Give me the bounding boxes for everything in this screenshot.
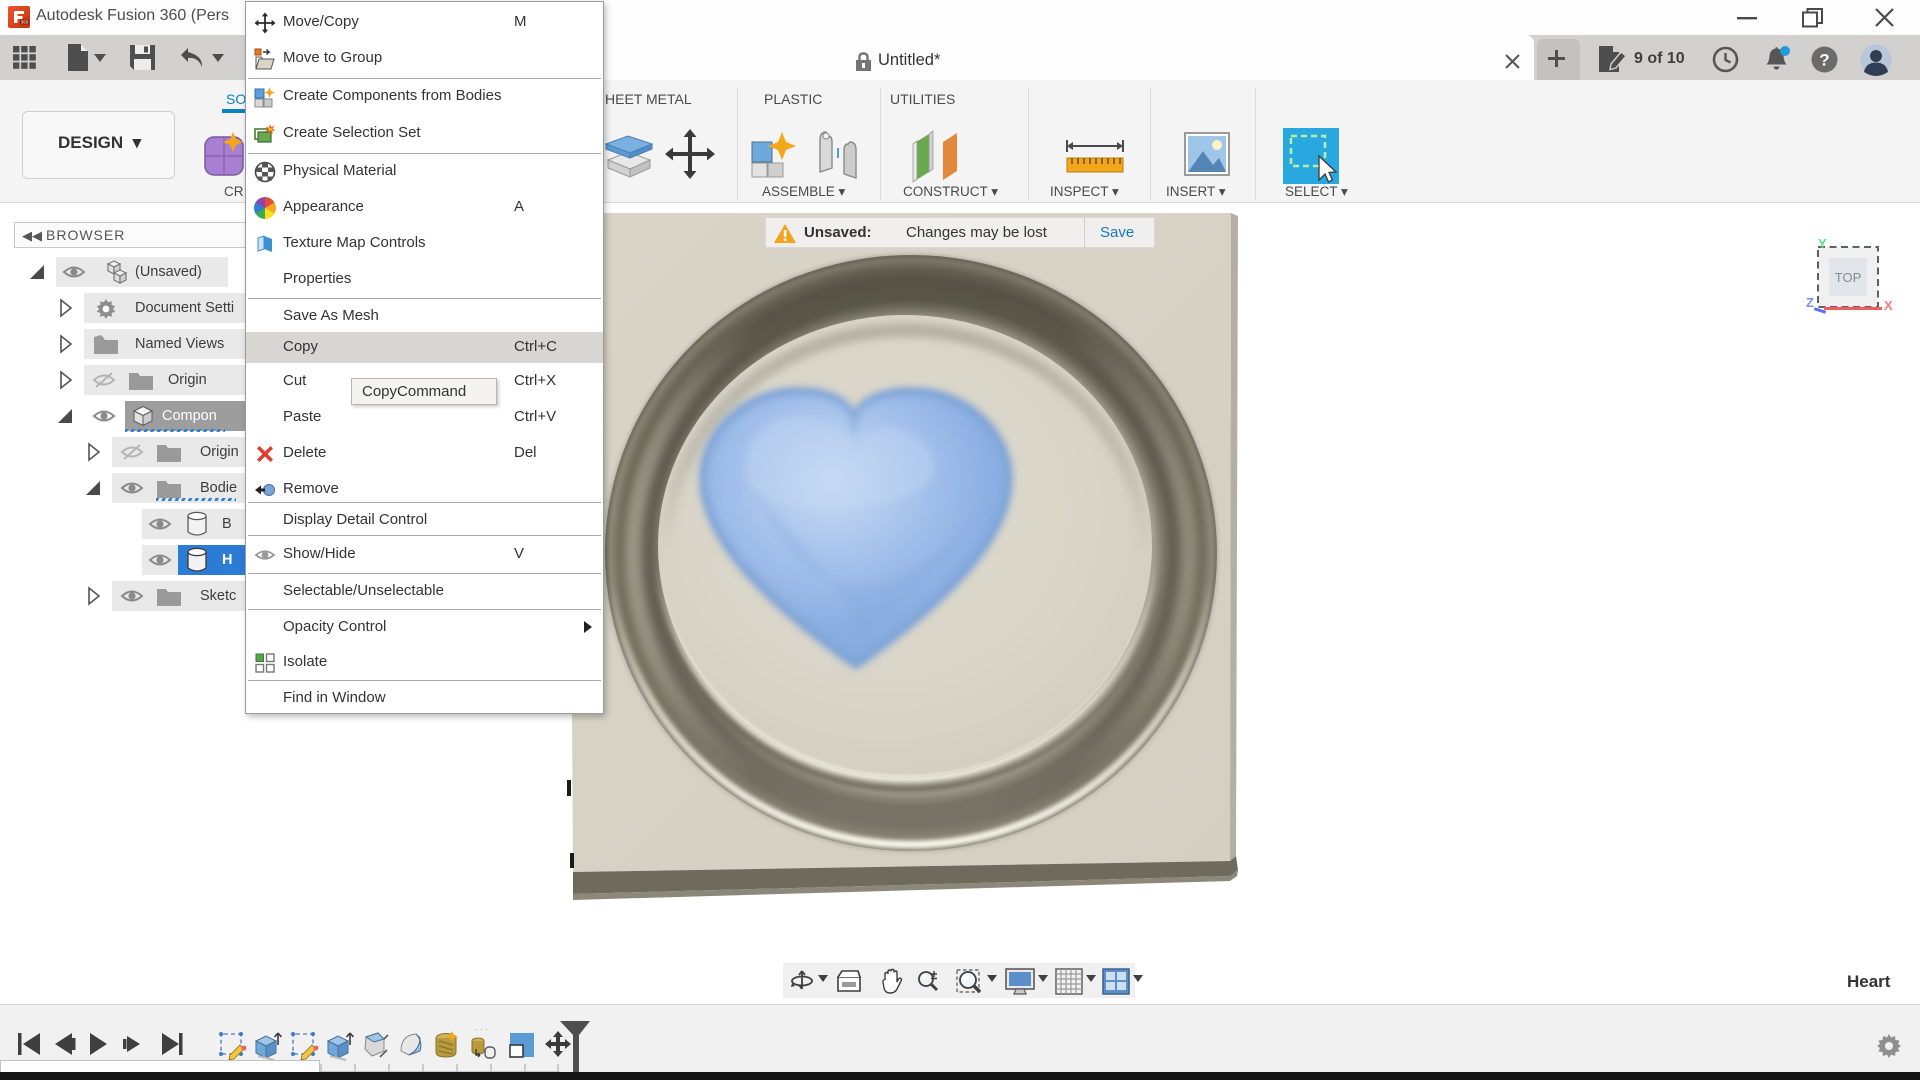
- svg-text:360: 360: [21, 20, 29, 25]
- svg-text:TOP: TOP: [1835, 270, 1862, 285]
- svg-text:?: ?: [1819, 51, 1829, 70]
